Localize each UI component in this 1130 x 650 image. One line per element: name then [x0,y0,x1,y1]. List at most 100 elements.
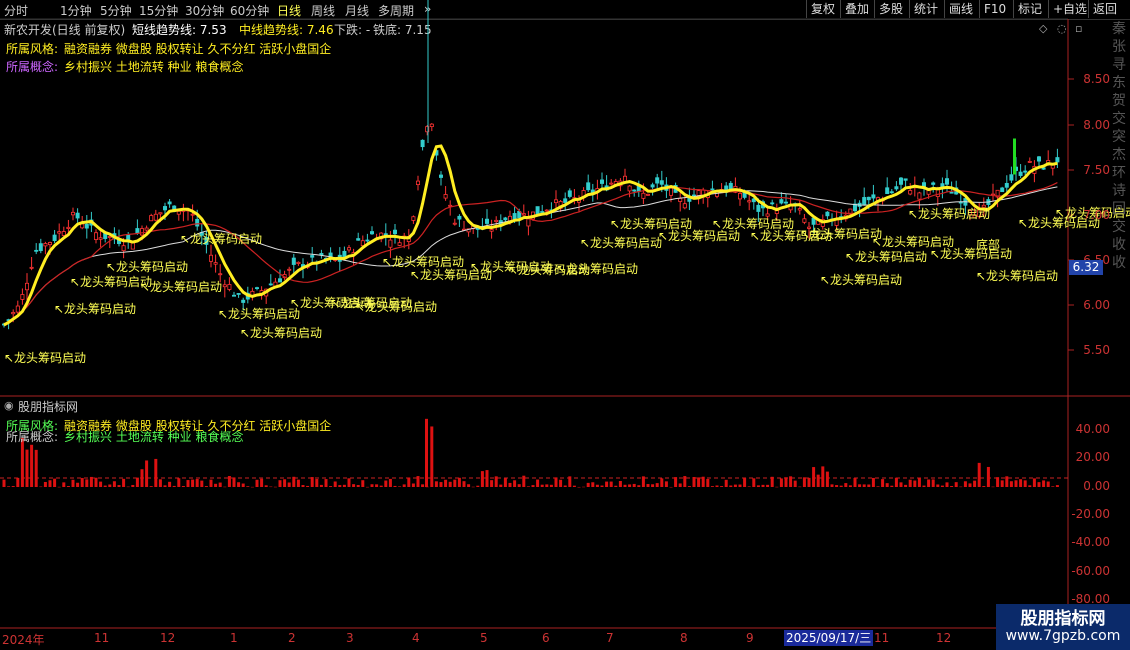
indicator-bar [545,484,549,487]
candle-body [692,194,697,197]
candle-body [696,190,701,196]
indicator-bar [940,485,944,487]
indicator-bar [807,477,811,487]
indicator-bar [743,477,747,487]
indicator-bar [434,481,438,487]
date-label: 11 [94,631,110,645]
indicator-bar [1042,480,1046,487]
signal-label: ↖龙头筹码启动 [976,269,1058,283]
indicator-bar [186,480,190,487]
indicator-bar [876,486,880,487]
indicator-bar [655,483,659,487]
indicator-bar [522,475,526,487]
indicator-bar [858,484,862,487]
indicator-bar [204,486,208,487]
indicator-bar [34,449,38,487]
indicator-bar [784,477,788,487]
kline-chart[interactable]: ↖龙头筹码启动 ↖龙头筹码启动 ↖龙头筹码启动 ↖龙头筹码启动 ↖龙头筹码启动 ↖龙头筹码… [0,0,1130,650]
ind-concept-label: 所属概念: [6,430,59,444]
indicator-bar [250,486,254,488]
candle-body [66,226,71,229]
indicator-bar [674,477,678,487]
indicator-bar [798,486,802,488]
candle-body [448,204,453,207]
indicator-bar [20,437,24,487]
indicator-bar [950,486,954,487]
candle-body [144,227,149,231]
indicator-bar [62,482,66,487]
indicator-bar [835,485,839,487]
signal-label: ↖龙头筹码启动 [800,227,882,241]
indicator-bar [853,478,857,487]
candle-body [862,197,867,205]
indicator-bar [149,486,153,487]
indicator-bar [453,479,457,487]
date-label: 6 [542,631,550,645]
candle-body [1027,161,1032,163]
indicator-bar [968,483,972,487]
indicator-bar [306,485,310,487]
indicator-bar [862,484,866,487]
panel-toggle-icon[interactable]: ◉ [4,399,14,412]
indicator-bar [692,477,696,487]
candle-body [678,197,683,202]
indicator-bar [255,479,259,487]
indicator-bar [991,486,995,488]
side-panel-edge[interactable]: 秦张寻东贺交突杰环诗回交收收 [1108,20,1130,400]
indicator-bar [112,481,116,487]
indicator-bar [140,469,144,487]
signal-label: ↖龙头筹码启动 [382,255,464,269]
indicator-bar [508,482,512,487]
indicator-bar [1009,481,1013,487]
indicator-bar [922,485,926,487]
indicator-bar [554,477,558,487]
indicator-bar [701,476,705,487]
candle-body [1004,182,1009,188]
indicator-bar [356,484,360,487]
indicator-bar [890,485,894,487]
indicator-bar [145,460,149,487]
signal-label: ↖龙头筹码启动 [240,326,322,340]
signal-label: ↖龙头筹码启动 [820,273,902,287]
signal-label: ↖龙头筹码启动 [556,262,638,276]
indicator-bar [683,476,687,487]
candle-body [770,202,775,205]
indicator-bar [352,484,356,487]
candle-body [231,294,236,297]
indicator-bar [724,479,728,487]
candle-body [945,178,950,185]
indicator-bar [214,483,218,487]
indicator-bar [347,478,351,487]
candle-body [213,262,218,265]
indicator-bar [927,479,931,487]
indicator-bar [444,479,448,487]
candle-body [641,192,646,199]
indicator-bar [195,478,199,487]
indicator-bar [779,478,783,487]
candle-body [268,283,273,286]
candle-body [139,228,144,236]
candle-body [397,242,402,246]
indicator-bar [503,478,507,487]
indicator-bar [177,478,181,487]
indicator-bar [996,477,1000,487]
candle-body [903,178,908,181]
indicator-bar [536,479,540,487]
indicator-bar [881,479,885,487]
candle-body [1055,157,1060,163]
candle-body [15,305,20,313]
candle-body [540,211,545,213]
ind-tick: 40.00 [1075,422,1110,436]
indicator-bar [664,481,668,487]
candle-body [84,223,89,229]
candle-body [167,201,172,205]
indicator-bar [388,478,392,487]
indicator-bar [163,485,167,487]
candle-body [356,238,361,241]
indicator-bar [1037,482,1041,487]
candle-body [135,228,140,234]
candle-body [57,231,62,234]
indicator-bar [830,484,834,487]
ind-tick: -40.00 [1071,535,1110,549]
candle-body [11,312,16,315]
